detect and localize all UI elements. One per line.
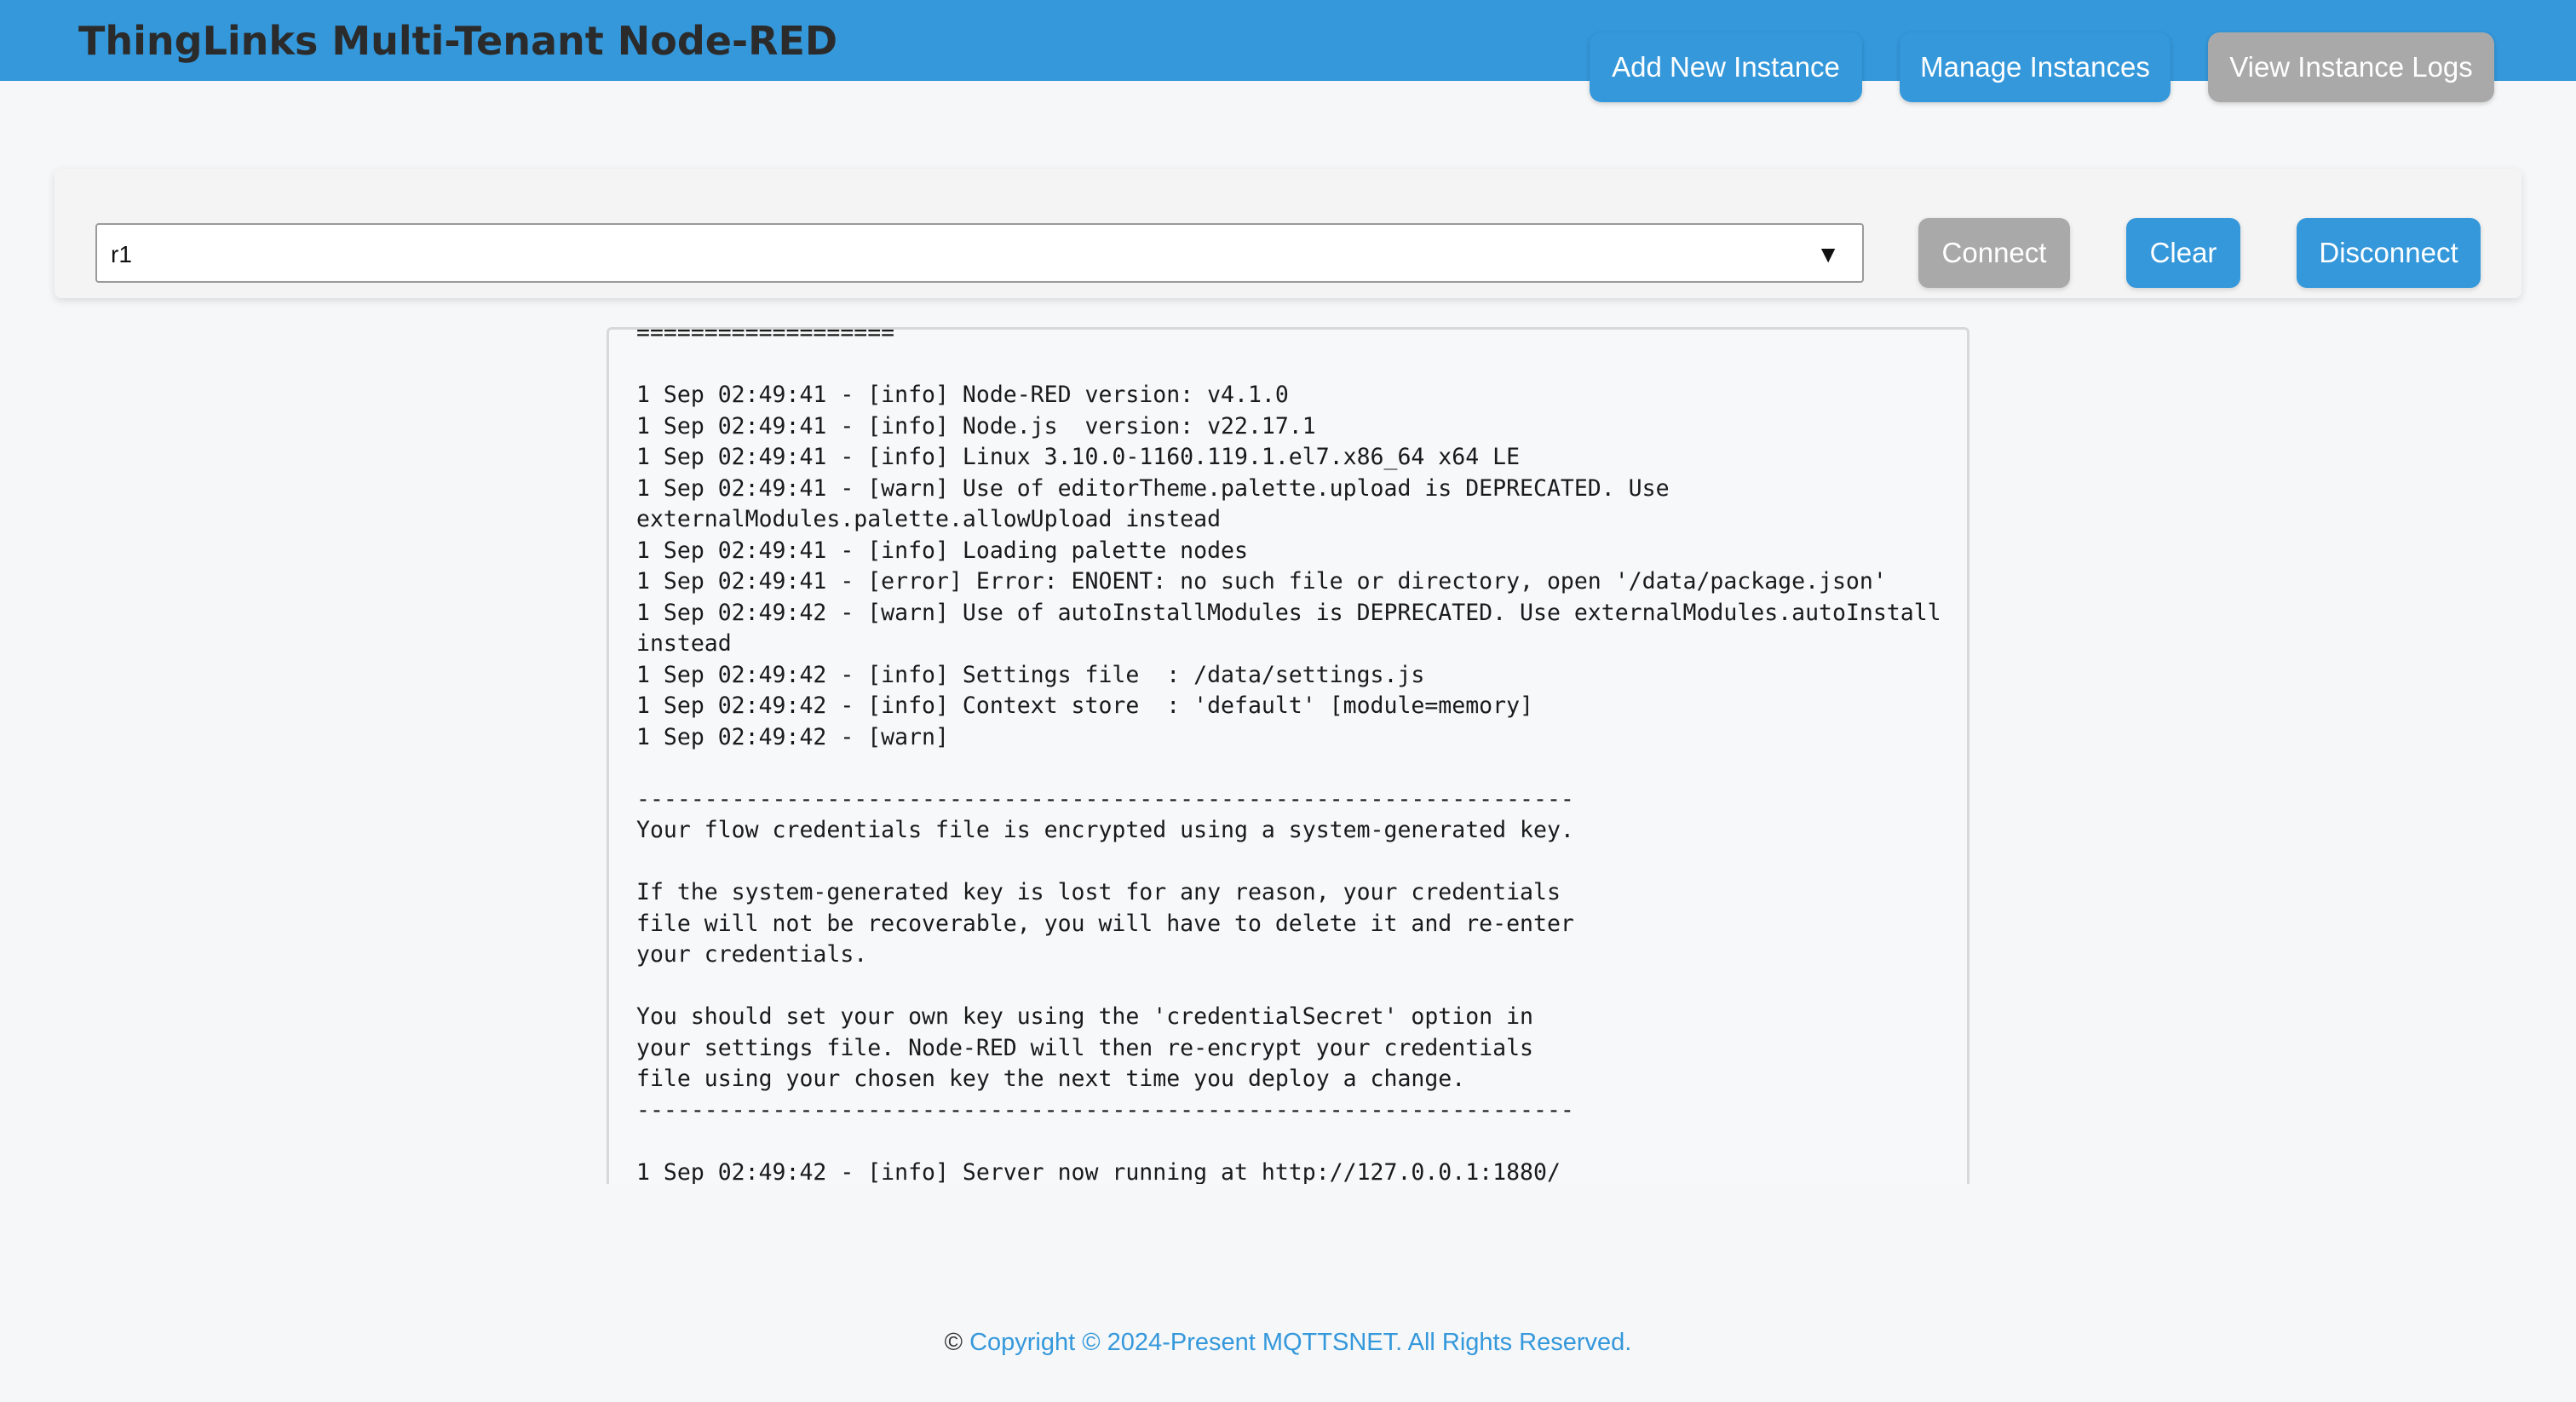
clear-button[interactable]: Clear [2126,218,2240,288]
log-output-text: =================== 1 Sep 02:49:41 - [in… [636,327,1941,1184]
instance-select-value: r1 [111,241,132,267]
disconnect-button[interactable]: Disconnect [2297,218,2481,288]
copyright-link[interactable]: Copyright © 2024-Present MQTTSNET. All R… [969,1329,1631,1356]
add-new-instance-button[interactable]: Add New Instance [1590,32,1862,102]
log-output[interactable]: =================== 1 Sep 02:49:41 - [in… [607,327,1969,1184]
instance-select[interactable]: r1 ▼ [95,223,1864,283]
copyright-symbol: © [944,1329,963,1356]
manage-instances-button[interactable]: Manage Instances [1900,32,2171,102]
footer: © Copyright © 2024-Present MQTTSNET. All… [0,1329,2576,1357]
app-title: ThingLinks Multi-Tenant Node-RED [78,18,838,64]
connect-button[interactable]: Connect [1918,218,2070,288]
view-instance-logs-button[interactable]: View Instance Logs [2208,32,2494,102]
dropdown-arrow-icon: ▼ [1816,241,1840,267]
